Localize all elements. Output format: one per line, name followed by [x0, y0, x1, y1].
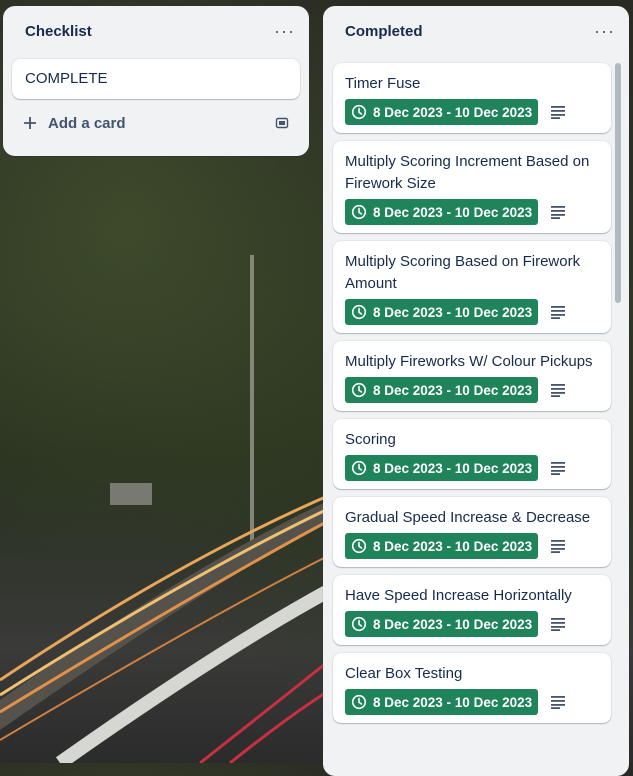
description-icon: [550, 461, 566, 475]
template-icon[interactable]: [274, 115, 290, 131]
list-checklist: Checklist ··· COMPLETE Add a card: [3, 6, 309, 156]
card-complete[interactable]: COMPLETE: [12, 59, 300, 99]
date-text: 8 Dec 2023 - 10 Dec 2023: [373, 104, 533, 120]
card-title: Multiply Scoring Increment Based on Fire…: [345, 153, 590, 192]
card-badges: 8 Dec 2023 - 10 Dec 2023: [345, 533, 599, 559]
list-title[interactable]: Completed: [345, 23, 423, 40]
card-5[interactable]: Scoring 8 Dec 2023 - 10 Dec 2023: [333, 419, 611, 489]
date-text: 8 Dec 2023 - 10 Dec 2023: [373, 304, 533, 320]
clock-icon: [351, 104, 367, 120]
description-icon: [550, 305, 566, 319]
scrollbar-thumb[interactable]: [615, 63, 621, 303]
description-icon: [550, 617, 566, 631]
date-text: 8 Dec 2023 - 10 Dec 2023: [373, 694, 533, 710]
list-header: Checklist ···: [3, 6, 309, 56]
clock-icon: [351, 616, 367, 632]
clock-icon: [351, 538, 367, 554]
date-badge[interactable]: 8 Dec 2023 - 10 Dec 2023: [345, 533, 539, 559]
description-icon: [550, 539, 566, 553]
date-text: 8 Dec 2023 - 10 Dec 2023: [373, 204, 533, 220]
plus-icon: [22, 115, 38, 131]
description-icon: [550, 105, 566, 119]
card-8[interactable]: Clear Box Testing 8 Dec 2023 - 10 Dec 20…: [333, 653, 611, 723]
date-text: 8 Dec 2023 - 10 Dec 2023: [373, 382, 533, 398]
card-title: COMPLETE: [25, 70, 108, 87]
list-completed: Completed ··· Timer Fuse 8 Dec 2023 - 10…: [323, 6, 629, 776]
more-horizontal-icon[interactable]: ···: [274, 21, 295, 42]
date-text: 8 Dec 2023 - 10 Dec 2023: [373, 460, 533, 476]
card-badges: 8 Dec 2023 - 10 Dec 2023: [345, 377, 599, 403]
clock-icon: [351, 460, 367, 476]
date-badge[interactable]: 8 Dec 2023 - 10 Dec 2023: [345, 99, 539, 125]
card-list: Timer Fuse 8 Dec 2023 - 10 Dec 2023 Mult…: [323, 59, 629, 723]
card-1[interactable]: Timer Fuse 8 Dec 2023 - 10 Dec 2023: [333, 63, 611, 133]
card-title: Clear Box Testing: [345, 665, 463, 682]
card-4[interactable]: Multiply Fireworks W/ Colour Pickups 8 D…: [333, 341, 611, 411]
card-7[interactable]: Have Speed Increase Horizontally 8 Dec 2…: [333, 575, 611, 645]
card-6[interactable]: Gradual Speed Increase & Decrease 8 Dec …: [333, 497, 611, 567]
description-icon: [550, 205, 566, 219]
date-badge[interactable]: 8 Dec 2023 - 10 Dec 2023: [345, 611, 539, 637]
scrollbar[interactable]: [615, 63, 621, 763]
card-badges: 8 Dec 2023 - 10 Dec 2023: [345, 455, 599, 481]
card-2[interactable]: Multiply Scoring Increment Based on Fire…: [333, 141, 611, 233]
date-text: 8 Dec 2023 - 10 Dec 2023: [373, 616, 533, 632]
card-title: Gradual Speed Increase & Decrease: [345, 509, 591, 526]
clock-icon: [351, 382, 367, 398]
card-title: Timer Fuse: [345, 75, 421, 92]
description-icon: [550, 383, 566, 397]
date-text: 8 Dec 2023 - 10 Dec 2023: [373, 538, 533, 554]
add-card-label: Add a card: [48, 114, 126, 132]
card-badges: 8 Dec 2023 - 10 Dec 2023: [345, 611, 599, 637]
date-badge[interactable]: 8 Dec 2023 - 10 Dec 2023: [345, 299, 539, 325]
clock-icon: [351, 204, 367, 220]
date-badge[interactable]: 8 Dec 2023 - 10 Dec 2023: [345, 199, 539, 225]
card-3[interactable]: Multiply Scoring Based on Firework Amoun…: [333, 241, 611, 333]
card-title: Multiply Scoring Based on Firework Amoun…: [345, 253, 581, 292]
description-icon: [550, 695, 566, 709]
clock-icon: [351, 694, 367, 710]
card-badges: 8 Dec 2023 - 10 Dec 2023: [345, 689, 599, 715]
list-header: Completed ···: [323, 6, 629, 56]
card-badges: 8 Dec 2023 - 10 Dec 2023: [345, 199, 599, 225]
date-badge[interactable]: 8 Dec 2023 - 10 Dec 2023: [345, 377, 539, 403]
card-title: Scoring: [345, 431, 396, 448]
date-badge[interactable]: 8 Dec 2023 - 10 Dec 2023: [345, 689, 539, 715]
list-title[interactable]: Checklist: [25, 23, 92, 40]
card-badges: 8 Dec 2023 - 10 Dec 2023: [345, 299, 599, 325]
card-title: Have Speed Increase Horizontally: [345, 587, 572, 604]
card-badges: 8 Dec 2023 - 10 Dec 2023: [345, 99, 599, 125]
card-title: Multiply Fireworks W/ Colour Pickups: [345, 353, 593, 370]
clock-icon: [351, 304, 367, 320]
more-horizontal-icon[interactable]: ···: [594, 21, 615, 42]
date-badge[interactable]: 8 Dec 2023 - 10 Dec 2023: [345, 455, 539, 481]
add-card-button[interactable]: Add a card: [12, 105, 300, 141]
